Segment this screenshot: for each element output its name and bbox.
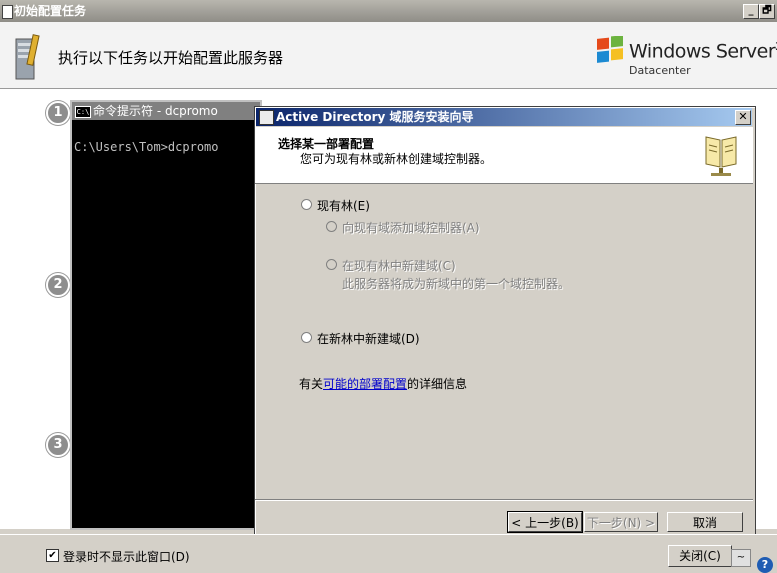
cmd-title: 命令提示符 - dcpromo xyxy=(93,104,218,118)
cmd-icon: C:\ xyxy=(75,106,91,118)
new-forest-radio[interactable] xyxy=(301,332,312,343)
server-tools-icon xyxy=(15,34,40,80)
new-domain-existing-forest-radio xyxy=(326,259,337,270)
more-info-prefix: 有关 xyxy=(299,377,324,391)
wizard-button-separator xyxy=(255,499,753,501)
wizard-app-icon xyxy=(259,110,274,125)
cancel-button[interactable]: 取消 xyxy=(667,512,743,532)
window-icon xyxy=(2,5,13,19)
outer-title-bar: 初始配置任务 _ 🗗 xyxy=(0,0,777,22)
minimize-button[interactable]: _ xyxy=(743,4,759,19)
dont-show-at-logon-label[interactable]: 登录时不显示此窗口(D) xyxy=(63,548,190,565)
new-domain-note: 此服务器将成为新域中的第一个域控制器。 xyxy=(342,277,571,291)
back-button[interactable]: < 上一步(B) xyxy=(507,511,583,533)
more-info-suffix: 的详细信息 xyxy=(407,377,468,391)
cmd-prompt-line: C:\Users\Tom>dcpromo xyxy=(74,140,219,154)
help-icon[interactable]: ? xyxy=(757,557,773,573)
product-name: Windows Server2008 xyxy=(629,40,777,62)
book-icon xyxy=(705,136,737,176)
wizard-title: Active Directory 域服务安装向导 xyxy=(276,110,474,124)
cmd-title-bar[interactable]: C:\ 命令提示符 - dcpromo xyxy=(72,102,260,120)
product-name-text: Windows Server xyxy=(629,40,776,63)
header-instruction: 执行以下任务以开始配置此服务器 xyxy=(58,49,284,67)
next-button: 下一步(N) > xyxy=(584,512,658,532)
step-2-badge: 2 xyxy=(46,273,70,297)
new-domain-existing-forest-label: 在现有林中新建域(C) xyxy=(342,259,456,273)
wizard-close-button[interactable]: ✕ xyxy=(735,110,751,125)
wizard-title-bar[interactable]: Active Directory 域服务安装向导 xyxy=(256,108,752,126)
outer-window-title: 初始配置任务 xyxy=(14,4,87,18)
add-dc-existing-domain-radio xyxy=(326,221,337,232)
command-prompt-window[interactable] xyxy=(70,100,262,530)
wizard-subheading: 您可为现有林或新林创建域控制器。 xyxy=(300,152,493,166)
new-forest-label[interactable]: 在新林中新建域(D) xyxy=(317,330,420,347)
step-1-badge: 1 xyxy=(46,101,70,125)
more-info-text: 有关可能的部署配置的详细信息 xyxy=(299,375,467,392)
dont-show-at-logon-checkbox[interactable]: ✔ xyxy=(46,549,59,562)
restore-button[interactable]: 🗗 xyxy=(759,4,775,19)
close-button[interactable]: 关闭(C) xyxy=(668,545,732,567)
step-3-badge: 3 xyxy=(46,433,70,457)
existing-forest-label[interactable]: 现有林(E) xyxy=(317,197,370,214)
existing-forest-radio[interactable] xyxy=(301,199,312,210)
add-dc-existing-domain-label: 向现有域添加域控制器(A) xyxy=(342,221,480,235)
deployment-configurations-link[interactable]: 可能的部署配置 xyxy=(323,377,407,391)
product-edition: Datacenter xyxy=(629,64,691,77)
tray-icon[interactable]: ~ xyxy=(731,549,751,567)
